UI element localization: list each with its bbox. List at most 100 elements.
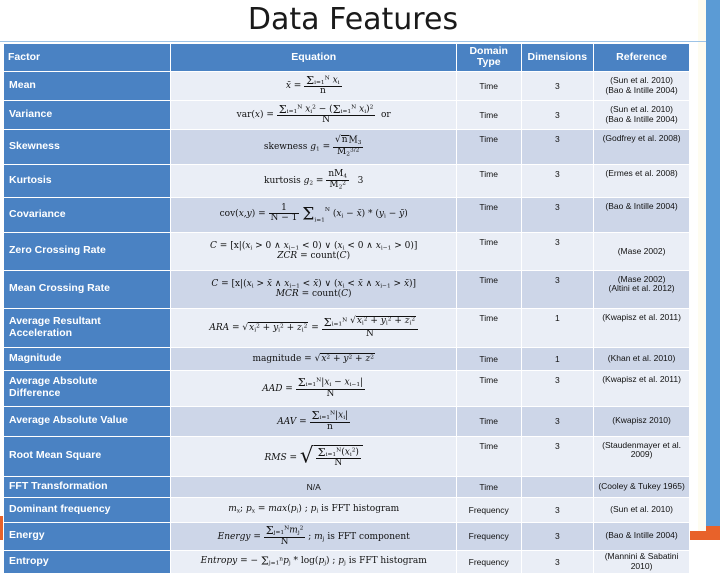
table-row: FFT Transformation N/A Time (Cooley & Tu… xyxy=(2,475,690,498)
cell-factor: Root Mean Square xyxy=(2,435,172,477)
cell-domain: Time xyxy=(455,163,522,198)
header-domain-type: Domain Type xyxy=(455,43,522,72)
cell-factor: Kurtosis xyxy=(2,163,172,198)
cell-equation: var(x) = Σi=1N xi2 − (Σi=1N xi)2 N or xyxy=(170,99,457,130)
cell-dimensions: 3 xyxy=(520,369,595,407)
cell-factor: FFT Transformation xyxy=(2,475,172,498)
cell-domain: Time xyxy=(455,369,522,407)
cell-factor: Average Absolute Value xyxy=(2,405,172,437)
cell-reference: (Kwapisz 2010) xyxy=(593,405,690,437)
reference-line: (Kwapisz et al. 2011) xyxy=(602,373,681,384)
reference-line: (Godfrey et al. 2008) xyxy=(602,132,681,143)
cell-domain: Frequency xyxy=(455,521,522,551)
cell-equation: magnitude = √x2 + y2 + z2 xyxy=(170,346,457,371)
cell-domain: Frequency xyxy=(455,549,522,574)
reference-line: (Bao & Intille 2004) xyxy=(605,113,678,124)
cell-factor: Zero Crossing Rate xyxy=(2,231,172,271)
cell-dimensions: 3 xyxy=(520,405,595,437)
header-equation: Equation xyxy=(170,43,457,72)
cell-domain: Time xyxy=(455,435,522,477)
table-row: Zero Crossing Rate C = [x|(xi > 0 ∧ xi−1… xyxy=(2,231,690,271)
cell-equation: mx; px = max(pi) ; pi is FFT histogram xyxy=(170,496,457,523)
cell-reference: (Sun et al. 2010) (Bao & Intille 2004) xyxy=(593,70,690,101)
cell-factor: Mean xyxy=(2,70,172,101)
cell-reference: (Khan et al. 2010) xyxy=(593,346,690,371)
cell-domain: Frequency xyxy=(455,496,522,523)
table-row: Energy Energy = Σj=1Nmj2 N ; mj is FFT co… xyxy=(2,521,690,551)
header-reference: Reference xyxy=(593,43,690,72)
table-row: Average Resultant Acceleration ARA = √xi… xyxy=(2,307,690,348)
table-row: Dominant frequency mx; px = max(pi) ; pi… xyxy=(2,496,690,523)
cell-dimensions: 1 xyxy=(520,307,595,348)
table-row: Root Mean Square RMS = √ Σi=1N(xi2) N Tim… xyxy=(2,435,690,477)
table-row: Entropy Entropy = − Σj=1npj * log(pj) ; … xyxy=(2,549,690,574)
cell-dimensions: 1 xyxy=(520,346,595,371)
cell-factor: Covariance xyxy=(2,196,172,233)
reference-line: (Kwapisz et al. 2011) xyxy=(602,311,681,322)
cell-factor: Mean Crossing Rate xyxy=(2,269,172,309)
cell-reference: (Ermes et al. 2008) xyxy=(593,163,690,198)
reference-line: (Altini et al. 2012) xyxy=(608,283,675,294)
table-row: Mean Crossing Rate C = [x|(xi > x̄ ∧ xi−… xyxy=(2,269,690,309)
table-row: Kurtosis kurtosis g2 = nM4 M22 3 Time 3 (… xyxy=(2,163,690,198)
table-row: Average Absolute Difference AAD = Σi=1N|… xyxy=(2,369,690,407)
data-features-table: Factor Equation Domain Type Dimensions R… xyxy=(2,43,690,574)
cell-domain: Time xyxy=(455,70,522,101)
cell-reference: (Mase 2002) (Altini et al. 2012) xyxy=(593,269,690,309)
cell-domain: Time xyxy=(455,196,522,233)
cell-factor: Skewness xyxy=(2,128,172,165)
cell-equation: RMS = √ Σi=1N(xi2) N xyxy=(170,435,457,477)
cell-equation: AAD = Σi=1N|xi − xi−1| N xyxy=(170,369,457,407)
cell-factor: Entropy xyxy=(2,549,172,574)
right-edge-blue-bar xyxy=(706,0,720,540)
cell-reference: (Bao & Intille 2004) xyxy=(593,196,690,233)
table-header-row: Factor Equation Domain Type Dimensions R… xyxy=(2,43,690,72)
header-factor: Factor xyxy=(2,43,172,72)
reference-line: (Mase 2002) xyxy=(617,245,666,256)
reference-line: (Bao & Intille 2004) xyxy=(605,200,678,211)
cell-equation: AAV = Σi=1N|xi| n xyxy=(170,405,457,437)
reference-line: (Sun et al. 2010) xyxy=(610,503,673,514)
cell-reference: (Mase 2002) xyxy=(593,231,690,271)
cell-domain: Time xyxy=(455,99,522,130)
cell-dimensions: 3 xyxy=(520,435,595,477)
cell-domain: Time xyxy=(455,307,522,348)
table-row: Magnitude magnitude = √x2 + y2 + z2 Time… xyxy=(2,346,690,371)
reference-line: (Kwapisz 2010) xyxy=(612,415,671,426)
cell-domain: Time xyxy=(455,231,522,271)
cell-equation: C = [x|(xi > x̄ ∧ xi−1 < x̄) ∨ (xi < x̄ … xyxy=(170,269,457,309)
cell-dimensions: 3 xyxy=(520,231,595,271)
cell-equation: ARA = √xi2 + yi2 + zi2 = Σi=1N √xi2 + yi… xyxy=(170,307,457,348)
cell-factor: Variance xyxy=(2,99,172,130)
reference-line: (Mannini & Sabatini 2010) xyxy=(604,551,679,571)
cell-dimensions: 3 xyxy=(520,269,595,309)
cell-factor: Dominant frequency xyxy=(2,496,172,523)
cell-equation: Energy = Σj=1Nmj2 N ; mj is FFT component xyxy=(170,521,457,551)
table-row: Skewness skewness g1 = √nM3 M23/2 Time 3 … xyxy=(2,128,690,165)
reference-line: (Khan et al. 2010) xyxy=(607,352,676,363)
cell-dimensions: 3 xyxy=(520,196,595,233)
header-dimensions: Dimensions xyxy=(520,43,595,72)
right-edge-cream-strip xyxy=(698,0,706,540)
cell-factor: Average Absolute Difference xyxy=(2,369,172,407)
cell-dimensions: 3 xyxy=(520,70,595,101)
cell-equation: cov(x,y) = 1N − 1 Σi=1N (xi − x̄) * (yi … xyxy=(170,196,457,233)
cell-reference: (Cooley & Tukey 1965) xyxy=(593,475,690,498)
cell-dimensions: 3 xyxy=(520,128,595,165)
cell-equation: skewness g1 = √nM3 M23/2 xyxy=(170,128,457,165)
table-row: Covariance cov(x,y) = 1N − 1 Σi=1N (xi −… xyxy=(2,196,690,233)
cell-reference: (Staudenmayer et al. 2009) xyxy=(593,435,690,477)
cell-factor: Average Resultant Acceleration xyxy=(2,307,172,348)
cell-reference: (Kwapisz et al. 2011) xyxy=(593,369,690,407)
cell-dimensions: 3 xyxy=(520,521,595,551)
cell-domain: Time xyxy=(455,269,522,309)
page-title: Data Features xyxy=(247,2,459,37)
cell-reference: (Godfrey et al. 2008) xyxy=(593,128,690,165)
cell-equation: kurtosis g2 = nM4 M22 3 xyxy=(170,163,457,198)
factor-line: Difference xyxy=(9,387,61,400)
cell-domain: Time xyxy=(455,475,522,498)
right-bottom-orange-accent xyxy=(706,526,720,540)
cell-domain: Time xyxy=(455,346,522,371)
cell-reference: (Bao & Intille 2004) xyxy=(593,521,690,551)
table-row: Variance var(x) = Σi=1N xi2 − (Σi=1N xi)… xyxy=(2,99,690,130)
